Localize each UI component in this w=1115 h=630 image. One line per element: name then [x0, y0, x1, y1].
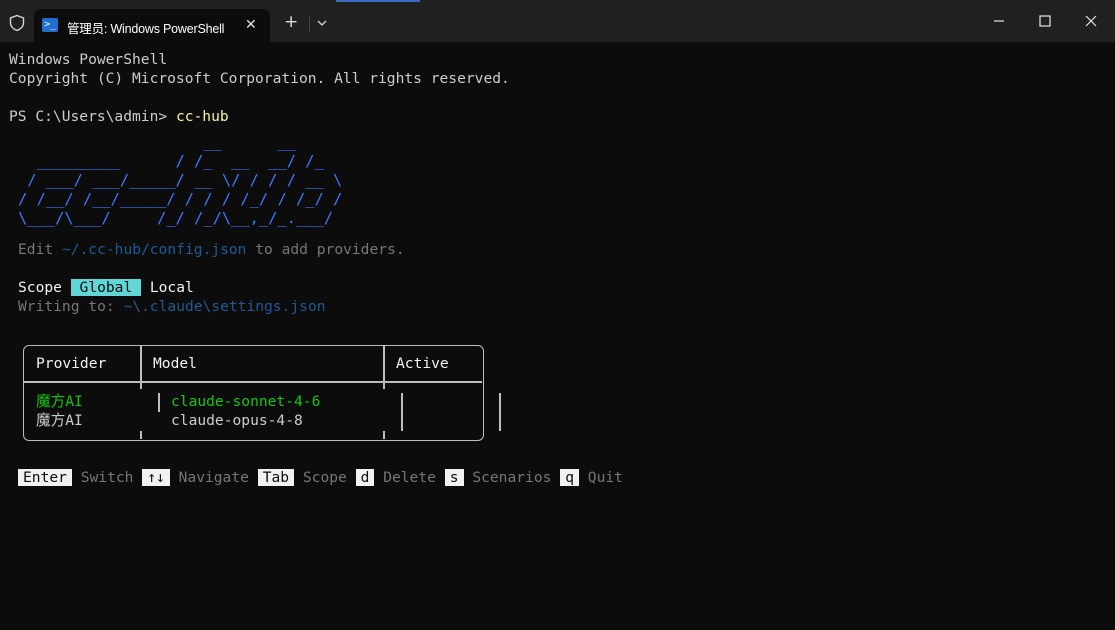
row-border [401, 393, 403, 431]
ascii-logo: __ __ _________ / /_ __ __/ /_ / ___/ __… [18, 133, 343, 227]
tab-powershell[interactable]: >_ 管理员: Windows PowerShell ✕ [34, 9, 270, 42]
new-tab-button[interactable]: + [284, 14, 298, 31]
accent-strip [336, 0, 420, 2]
key-tab[interactable]: Tab [257, 469, 295, 486]
key-q[interactable]: q [560, 469, 579, 486]
scope-global-label: Global [79, 279, 133, 296]
close-window-button[interactable] [1068, 0, 1114, 42]
key-s[interactable]: s [444, 469, 464, 486]
close-icon [1085, 15, 1097, 27]
key-enter[interactable]: Enter [18, 469, 72, 486]
column-divider [383, 431, 385, 439]
keyhint-bar: Enter Switch ↑↓ Navigate Tab Scope d Del… [18, 469, 623, 487]
edit-suffix: to add providers. [246, 241, 405, 258]
key-navigate[interactable]: ↑↓ [142, 469, 170, 486]
header-active: Active [396, 355, 449, 372]
maximize-icon [1039, 15, 1051, 27]
config-path: ~/.cc-hub/config.json [61, 241, 247, 258]
banner-line-2: Copyright (C) Microsoft Corporation. All… [9, 70, 510, 87]
banner-line-1: Windows PowerShell [9, 51, 168, 68]
column-divider [383, 346, 385, 381]
column-divider [383, 381, 385, 389]
chevron-down-icon[interactable] [315, 18, 329, 28]
writing-label: Writing to: [18, 298, 124, 315]
scope-global-option[interactable]: Global [70, 279, 142, 296]
command: cc-hub [175, 108, 229, 125]
terminal-area[interactable]: Windows PowerShell Copyright (C) Microso… [0, 42, 1115, 630]
prompt-line: PS C:\Users\admin> cc-hub [9, 107, 229, 126]
hint-switch: Switch [80, 469, 134, 486]
hint-quit: Quit [587, 469, 623, 486]
row-model[interactable]: claude-opus-4-8 [171, 411, 303, 430]
prompt: PS C:\Users\admin> [9, 108, 176, 125]
hint-navigate: Navigate [178, 469, 249, 486]
powershell-icon: >_ [42, 18, 58, 32]
column-divider [140, 381, 142, 389]
column-divider [140, 346, 142, 381]
minimize-icon [994, 20, 1004, 22]
scope-local-option[interactable]: Local [150, 279, 194, 296]
row-model-selected[interactable]: claude-sonnet-4-6 [171, 392, 320, 411]
row-border [158, 393, 160, 412]
hint-delete: Delete [383, 469, 436, 486]
scope-label: Scope [18, 279, 62, 296]
key-d[interactable]: d [355, 469, 375, 486]
edit-hint-line: Edit ~/.cc-hub/config.json to add provid… [18, 240, 405, 259]
edit-prefix: Edit [18, 241, 62, 258]
settings-path: ~\.claude\settings.json [123, 298, 326, 315]
maximize-button[interactable] [1022, 0, 1068, 42]
shield-icon [9, 14, 25, 32]
title-bar: >_ 管理员: Windows PowerShell ✕ + [0, 0, 1115, 42]
header-model: Model [153, 355, 197, 372]
row-provider[interactable]: 魔方AI [36, 411, 83, 430]
hint-scope: Scope [302, 469, 347, 486]
divider [309, 17, 310, 33]
tab-title: 管理员: Windows PowerShell [67, 22, 225, 36]
row-border [499, 393, 501, 431]
writing-line: Writing to: ~\.claude\settings.json [18, 297, 326, 316]
row-provider-selected[interactable]: 魔方AI [36, 392, 83, 411]
header-divider [24, 381, 482, 383]
minimize-button[interactable] [976, 0, 1022, 42]
scope-line: Scope Global Local [18, 278, 194, 297]
hint-scenarios: Scenarios [472, 469, 552, 486]
column-divider [140, 431, 142, 439]
close-tab-icon[interactable]: ✕ [245, 17, 257, 33]
header-provider: Provider [36, 355, 107, 372]
